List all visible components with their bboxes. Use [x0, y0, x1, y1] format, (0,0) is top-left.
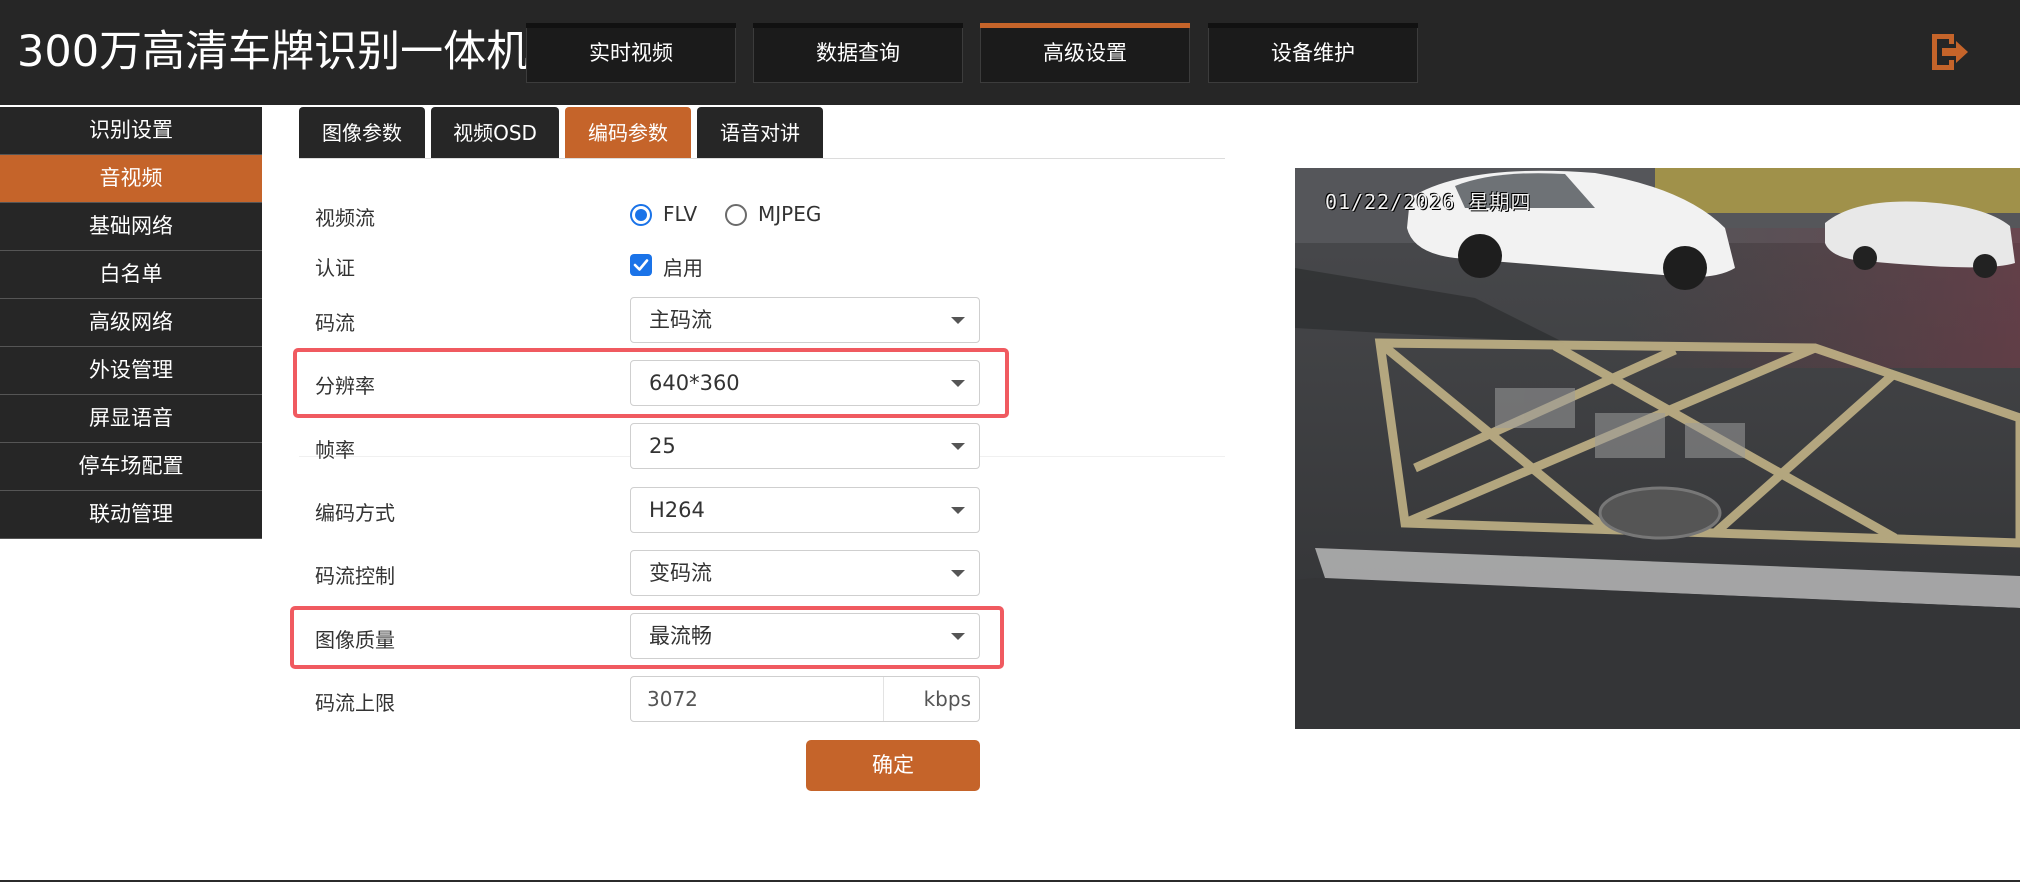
image-quality-select[interactable]: 最流畅: [630, 613, 980, 659]
tab-voice-intercom[interactable]: 语音对讲: [697, 107, 823, 159]
sidebar-item-peripheral-management[interactable]: 外设管理: [0, 347, 262, 395]
bitrate-control-label: 码流控制: [315, 564, 395, 588]
sidebar-item-recognition-settings[interactable]: 识别设置: [0, 107, 262, 155]
sidebar: 识别设置 音视频 基础网络 白名单 高级网络 外设管理 屏显语音 停车场配置 联…: [0, 107, 262, 539]
tab-video-osd[interactable]: 视频OSD: [431, 107, 559, 159]
chevron-down-icon: [951, 380, 965, 387]
chevron-down-icon: [951, 633, 965, 640]
resolution-select[interactable]: 640*360: [630, 360, 980, 406]
frame-rate-label: 帧率: [315, 438, 355, 462]
auth-label: 认证: [315, 256, 355, 280]
confirm-button[interactable]: 确定: [806, 740, 980, 791]
nav-tab-advanced-settings[interactable]: 高级设置: [980, 23, 1190, 83]
encoding-value: H264: [649, 498, 705, 522]
auth-enable-label: 启用: [663, 256, 703, 280]
sidebar-item-basic-network[interactable]: 基础网络: [0, 203, 262, 251]
nav-tab-data-query[interactable]: 数据查询: [753, 23, 963, 83]
bitrate-limit-value: 3072: [647, 687, 698, 711]
code-stream-select[interactable]: 主码流: [630, 297, 980, 343]
stream-flv-radio[interactable]: [630, 204, 652, 226]
stream-mjpeg-radio[interactable]: [725, 204, 747, 226]
nav-tab-realtime-video[interactable]: 实时视频: [526, 23, 736, 83]
stream-flv-label: FLV: [663, 202, 698, 226]
resolution-value: 640*360: [649, 371, 740, 395]
app-title: 300万高清车牌识别一体机: [17, 27, 530, 77]
sidebar-item-whitelist[interactable]: 白名单: [0, 251, 262, 299]
sidebar-item-parking-config[interactable]: 停车场配置: [0, 443, 262, 491]
sidebar-item-audio-video[interactable]: 音视频: [0, 155, 262, 203]
stream-label: 视频流: [315, 206, 375, 230]
bitrate-unit: kbps: [883, 677, 979, 721]
stream-mjpeg-label: MJPEG: [758, 202, 822, 226]
top-header: 300万高清车牌识别一体机 实时视频 数据查询 高级设置 设备维护: [0, 0, 2020, 105]
camera-feed-image: [1295, 168, 2020, 729]
frame-rate-value: 25: [649, 434, 676, 458]
video-preview: 01/22/2026 星期四: [1295, 168, 2020, 729]
auth-enable-checkbox[interactable]: [630, 254, 652, 276]
code-stream-value: 主码流: [649, 308, 712, 332]
image-quality-label: 图像质量: [315, 628, 395, 652]
video-timestamp: 01/22/2026 星期四: [1325, 190, 1532, 214]
code-stream-label: 码流: [315, 311, 355, 335]
resolution-label: 分辨率: [315, 374, 375, 398]
chevron-down-icon: [951, 570, 965, 577]
sidebar-item-linkage-management[interactable]: 联动管理: [0, 491, 262, 539]
bitrate-limit-label: 码流上限: [315, 691, 395, 715]
chevron-down-icon: [951, 507, 965, 514]
nav-tab-device-maintenance[interactable]: 设备维护: [1208, 23, 1418, 83]
bitrate-limit-input[interactable]: 3072 kbps: [630, 676, 980, 722]
tab-divider: [299, 158, 1225, 159]
sidebar-item-advanced-network[interactable]: 高级网络: [0, 299, 262, 347]
tab-image-params[interactable]: 图像参数: [299, 107, 425, 159]
bitrate-control-value: 变码流: [649, 561, 712, 585]
image-quality-value: 最流畅: [649, 624, 712, 648]
logout-icon[interactable]: [1928, 32, 1970, 72]
bitrate-control-select[interactable]: 变码流: [630, 550, 980, 596]
check-icon: [633, 259, 649, 271]
encoding-select[interactable]: H264: [630, 487, 980, 533]
chevron-down-icon: [951, 443, 965, 450]
frame-rate-select[interactable]: 25: [630, 423, 980, 469]
encoding-label: 编码方式: [315, 501, 395, 525]
sidebar-item-display-voice[interactable]: 屏显语音: [0, 395, 262, 443]
tab-encoding-params[interactable]: 编码参数: [565, 107, 691, 159]
chevron-down-icon: [951, 317, 965, 324]
